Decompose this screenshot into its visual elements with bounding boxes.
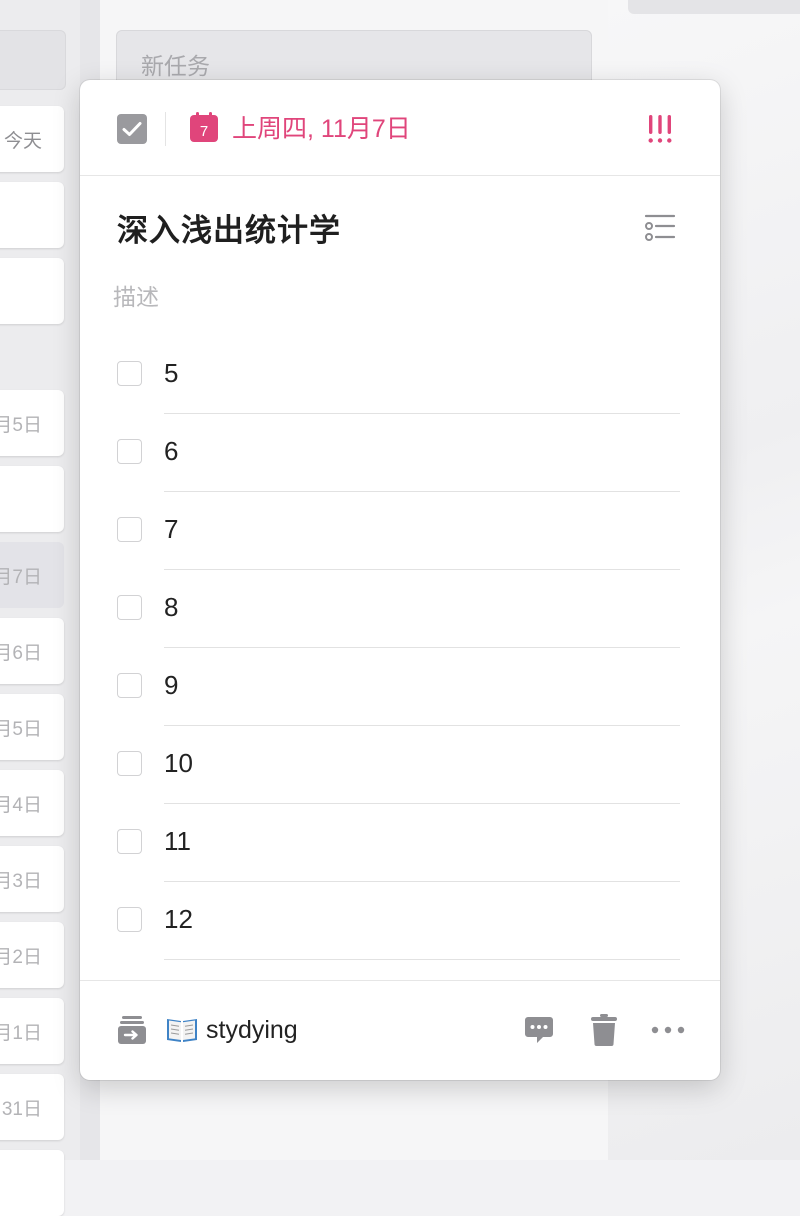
- subtask-text[interactable]: 11: [164, 824, 191, 858]
- calendar-day-number: 7: [200, 123, 208, 140]
- move-to-list-icon[interactable]: [117, 1015, 147, 1045]
- subtask-checkbox[interactable]: [117, 595, 142, 620]
- subtask-checkbox[interactable]: [117, 751, 142, 776]
- task-card[interactable]: 今天: [0, 106, 64, 172]
- due-date[interactable]: 上周四, 11月7日: [232, 114, 411, 144]
- task-card[interactable]: 月2日: [0, 922, 64, 988]
- task-detail-popup: 7 上周四, 11月7日 深入浅出统计学 描述 5 6 7 8 9 10 11 …: [80, 80, 720, 1080]
- subtask-item: 11: [80, 804, 720, 882]
- high-priority-icon[interactable]: [645, 114, 675, 144]
- task-card[interactable]: [0, 258, 64, 324]
- trash-icon[interactable]: [590, 1014, 618, 1046]
- task-card[interactable]: [0, 182, 64, 248]
- subtask-item: 9: [80, 648, 720, 726]
- header-divider: [165, 112, 166, 146]
- task-card[interactable]: 月5日: [0, 390, 64, 456]
- subtask-checkbox[interactable]: [117, 907, 142, 932]
- subtask-text[interactable]: 8: [164, 590, 178, 624]
- subtask-item: 8: [80, 570, 720, 648]
- comment-icon[interactable]: [524, 1015, 554, 1045]
- task-card[interactable]: 月4日: [0, 770, 64, 836]
- subtask-divider: [164, 959, 680, 960]
- popup-footer: stydying: [80, 980, 720, 1080]
- task-card[interactable]: [0, 466, 64, 532]
- task-card[interactable]: 月1日: [0, 998, 64, 1064]
- subtask-checkbox[interactable]: [117, 829, 142, 854]
- task-card[interactable]: 月5日: [0, 694, 64, 760]
- list-input-box[interactable]: [0, 30, 66, 90]
- task-complete-checkbox[interactable]: [117, 114, 147, 144]
- task-title[interactable]: 深入浅出统计学: [117, 211, 341, 251]
- subtask-item: 10: [80, 726, 720, 804]
- subtask-item: 7: [80, 492, 720, 570]
- subtask-checkbox[interactable]: [117, 517, 142, 542]
- subtask-item: 6: [80, 414, 720, 492]
- subtask-checkbox[interactable]: [117, 673, 142, 698]
- subtask-text[interactable]: 5: [164, 356, 178, 390]
- right-panel-header: [628, 0, 800, 14]
- subtask-text[interactable]: 9: [164, 668, 178, 702]
- popup-header: 7 上周四, 11月7日: [80, 80, 720, 176]
- subtask-text[interactable]: 6: [164, 434, 178, 468]
- subtask-item: 5: [80, 336, 720, 414]
- subtask-item: 12: [80, 882, 720, 960]
- task-card-selected[interactable]: 月7日: [0, 542, 64, 608]
- subtask-checkbox[interactable]: [117, 361, 142, 386]
- checkmark-icon: [122, 122, 142, 136]
- checklist-icon[interactable]: [644, 212, 676, 244]
- subtask-checkbox[interactable]: [117, 439, 142, 464]
- more-icon[interactable]: [650, 1017, 686, 1043]
- task-card[interactable]: 月6日: [0, 618, 64, 684]
- description-field[interactable]: 描述: [113, 280, 159, 314]
- subtask-text[interactable]: 12: [164, 902, 193, 936]
- task-card[interactable]: 月3日: [0, 846, 64, 912]
- book-icon: [167, 1019, 197, 1042]
- subtask-text[interactable]: 10: [164, 746, 193, 780]
- task-card[interactable]: 31日: [0, 1074, 64, 1140]
- calendar-icon[interactable]: 7: [190, 112, 218, 142]
- subtask-text[interactable]: 7: [164, 512, 178, 546]
- list-name[interactable]: stydying: [206, 1014, 298, 1046]
